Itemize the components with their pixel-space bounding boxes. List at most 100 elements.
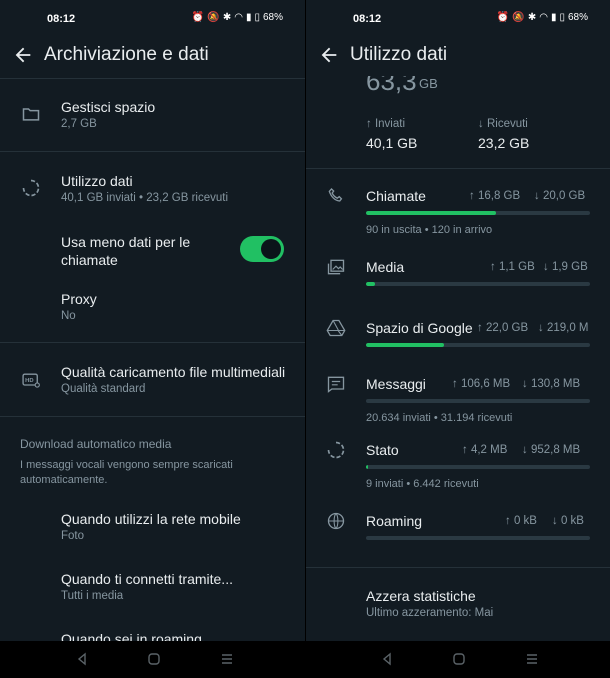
page-title: Utilizzo dati	[350, 44, 448, 65]
media-upload-quality-title: Qualità caricamento file multimediali	[61, 364, 286, 380]
category-messages-up: ↑ 106,6 MB	[452, 378, 511, 390]
toggle-knob	[261, 239, 281, 259]
battery-icon: ▯	[559, 12, 565, 23]
battery-percent: 68%	[262, 12, 283, 23]
divider	[0, 342, 305, 343]
status-time: 08:12	[47, 13, 76, 25]
category-messages-note: 20.634 inviati • 31.194 ricevuti	[366, 412, 513, 424]
reset-stats-subtitle: Ultimo azzeramento: Mai	[366, 607, 494, 619]
category-media-name: Media	[366, 259, 405, 275]
category-roaming-name: Roaming	[366, 513, 423, 529]
proxy-subtitle: No	[61, 310, 76, 322]
svg-text:HD: HD	[25, 378, 33, 384]
back-arrow-icon[interactable]	[12, 44, 34, 66]
category-messages-bar	[366, 399, 590, 403]
category-media-bar	[366, 282, 590, 286]
category-media-down: ↓ 1,9 GB	[543, 261, 588, 273]
category-status-down: ↓ 952,8 MB	[522, 444, 581, 456]
data-usage-subtitle: 40,1 GB inviati • 23,2 GB ricevuti	[61, 192, 229, 204]
category-calls-note: 90 in uscita • 120 in arrivo	[366, 224, 493, 236]
category-calls-bar-fill	[366, 211, 496, 215]
data-usage-icon	[22, 179, 40, 197]
wifi-icon: ◠	[539, 12, 548, 23]
media-upload-quality-subtitle: Qualità standard	[61, 383, 146, 395]
signal-icon: ▮	[245, 12, 252, 23]
category-roaming-bar	[366, 536, 590, 540]
status-time: 08:12	[353, 13, 382, 25]
back-arrow-icon[interactable]	[318, 44, 340, 66]
app-bar: Archiviazione e dati	[0, 36, 305, 76]
category-calls-bar	[366, 211, 590, 215]
nav-home-icon[interactable]	[452, 652, 466, 666]
bluetooth-icon: ✱	[222, 12, 232, 23]
divider	[0, 416, 305, 417]
auto-download-note: I messaggi vocali vengono sempre scarica…	[20, 459, 233, 486]
sent-value: 40,1 GB	[366, 135, 418, 151]
auto-download-roaming-title: Quando sei in roaming	[61, 631, 202, 641]
category-google-drive-down: ↓ 219,0 M	[538, 322, 589, 334]
phone-icon	[328, 187, 343, 202]
category-status-bar-fill	[366, 465, 369, 469]
category-calls-up: ↑ 16,8 GB	[469, 190, 521, 202]
wifi-icon: ◠	[234, 12, 243, 23]
category-status-name: Stato	[366, 442, 399, 458]
category-calls-name: Chiamate	[366, 188, 426, 204]
storage-and-data-screen: 08:12 ⏰ 🔕 ✱ ◠ ▮ ▯ 68% Archiviazione e da…	[0, 0, 305, 641]
battery-icon: ▯	[254, 12, 260, 23]
auto-download-wifi-subtitle: Tutti i media	[61, 590, 124, 602]
manage-storage-subtitle: 2,7 GB	[61, 118, 97, 130]
category-roaming-up: ↑ 0 kB	[505, 515, 537, 527]
category-status-bar	[366, 465, 590, 469]
sent-label: ↑ Inviati	[366, 118, 405, 130]
auto-download-wifi-title: Quando ti connetti tramite...	[61, 571, 233, 587]
category-calls-down: ↓ 20,0 GB	[534, 190, 586, 202]
category-media-up: ↑ 1,1 GB	[490, 261, 535, 273]
auto-download-mobile-subtitle: Foto	[61, 530, 85, 542]
message-icon	[327, 376, 345, 393]
google-drive-icon	[326, 319, 346, 337]
nav-recents-icon[interactable]	[525, 652, 539, 666]
alarm-icon: ⏰	[191, 12, 205, 23]
reset-stats-title: Azzera statistiche	[366, 588, 476, 604]
proxy-title: Proxy	[61, 291, 97, 307]
mute-icon: 🔕	[512, 12, 525, 23]
app-bar: Utilizzo dati	[306, 36, 610, 76]
less-data-calls-toggle[interactable]	[240, 236, 284, 262]
nav-recents-icon[interactable]	[220, 652, 234, 666]
status-icon	[327, 441, 345, 459]
nav-back-icon[interactable]	[380, 652, 394, 666]
battery-percent: 68%	[567, 12, 588, 23]
globe-icon	[327, 512, 345, 530]
divider	[0, 78, 305, 79]
category-google-drive-bar-fill	[366, 343, 445, 347]
category-media-bar-fill	[366, 282, 375, 286]
received-label: ↓ Ricevuti	[478, 118, 528, 130]
nav-back-icon[interactable]	[75, 652, 89, 666]
nav-bar-right	[306, 641, 610, 678]
mute-icon: 🔕	[207, 12, 220, 23]
status-bar: 08:12 ⏰ 🔕 ✱ ◠ ▮ ▯ 68%	[0, 0, 305, 36]
category-messages-down: ↓ 130,8 MB	[522, 378, 581, 390]
nav-home-icon[interactable]	[147, 652, 161, 666]
folder-icon	[22, 108, 40, 121]
bluetooth-icon: ✱	[527, 12, 537, 23]
hd-icon: HD	[22, 373, 40, 388]
nav-bar-left	[0, 641, 305, 678]
category-google-drive-name: Spazio di Google	[366, 320, 473, 336]
divider	[306, 567, 610, 568]
page-title: Archiviazione e dati	[44, 44, 209, 65]
data-usage-screen: 08:12 ⏰ 🔕 ✱ ◠ ▮ ▯ 68% 63,3 GB Utilizzo d…	[306, 0, 610, 641]
category-status-note: 9 inviati • 6.442 ricevuti	[366, 478, 479, 490]
category-roaming-down: ↓ 0 kB	[552, 515, 584, 527]
manage-storage-title: Gestisci spazio	[61, 99, 156, 115]
category-google-drive-bar	[366, 343, 590, 347]
alarm-icon: ⏰	[496, 12, 510, 23]
category-status-up: ↑ 4,2 MB	[462, 444, 508, 456]
category-messages-name: Messaggi	[366, 376, 426, 392]
data-usage-title: Utilizzo dati	[61, 173, 133, 189]
status-bar: 08:12 ⏰ 🔕 ✱ ◠ ▮ ▯ 68%	[306, 0, 610, 36]
divider	[0, 151, 305, 152]
category-google-drive-up: ↑ 22,0 GB	[477, 322, 529, 334]
received-value: 23,2 GB	[478, 135, 530, 151]
signal-icon: ▮	[550, 12, 557, 23]
